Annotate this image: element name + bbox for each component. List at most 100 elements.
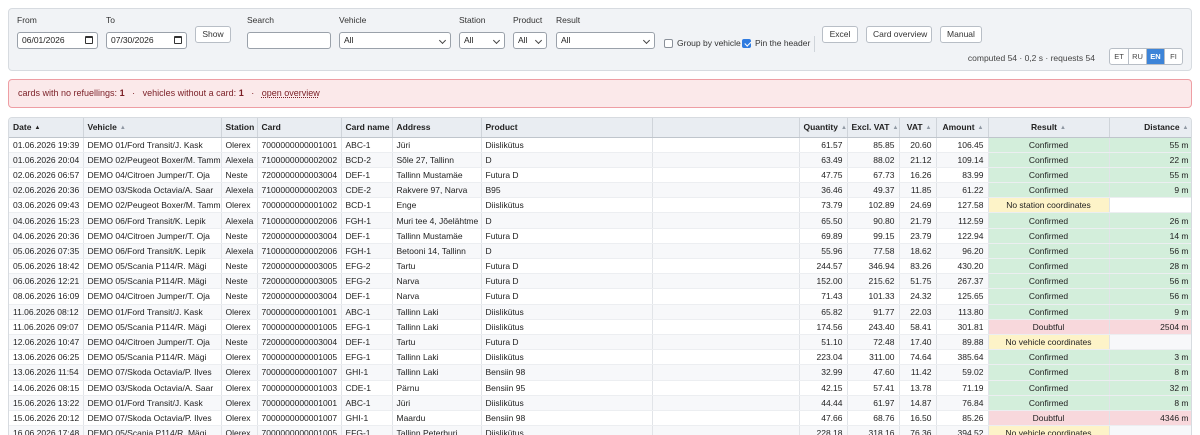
- column-header-vat[interactable]: VAT ▲: [899, 118, 937, 138]
- cell-vehicle: DEMO 05/Scania P114/R. Mägi: [83, 425, 222, 435]
- table-row[interactable]: 11.06.2026 09:07 DEMO 05/Scania P114/R. M…: [9, 319, 1191, 335]
- table-row[interactable]: 01.06.2026 20:04 DEMO 02/Peugeot Boxer/M.…: [9, 152, 1191, 168]
- cell-excl-vat: 47.60: [847, 364, 900, 381]
- checkbox-checked-icon[interactable]: [742, 39, 751, 48]
- refuelling-table: Date ▲ Vehicle ▲ Station Card Card name Ad…: [9, 118, 1191, 435]
- result-select[interactable]: All: [556, 32, 655, 49]
- cell-quantity: 44.44: [799, 395, 848, 411]
- column-header-result[interactable]: Result ▲: [988, 118, 1110, 138]
- calendar-icon[interactable]: [85, 36, 93, 44]
- cell-amount: 85.26: [936, 410, 989, 427]
- column-header-quantity[interactable]: Quantity ▲: [799, 118, 848, 138]
- table-row[interactable]: 02.06.2026 20:36 DEMO 03/Skoda Octavia/A.…: [9, 182, 1191, 199]
- column-header-card[interactable]: Card: [257, 118, 342, 138]
- lang-ru-button[interactable]: RU: [1128, 49, 1146, 64]
- cell-address: Enge: [392, 197, 482, 214]
- excel-button[interactable]: Excel: [822, 26, 858, 43]
- calendar-icon[interactable]: [174, 36, 182, 44]
- manual-button[interactable]: Manual: [940, 26, 982, 43]
- cell-spacer: [652, 228, 800, 244]
- column-header-product[interactable]: Product: [481, 118, 653, 138]
- sort-icon[interactable]: ▲: [120, 125, 126, 131]
- cell-date: 15.06.2026 20:12: [9, 410, 84, 427]
- to-label: To: [106, 15, 115, 25]
- lang-en-button[interactable]: EN: [1146, 49, 1164, 64]
- table-row[interactable]: 01.06.2026 19:39 DEMO 01/Ford Transit/J. …: [9, 137, 1191, 153]
- column-header-vehicle[interactable]: Vehicle ▲: [83, 118, 222, 138]
- chevron-down-icon: [534, 36, 543, 45]
- column-header-address[interactable]: Address: [392, 118, 482, 138]
- vehicle-group: Vehicle All: [339, 15, 451, 49]
- sort-icon[interactable]: ▲: [1183, 125, 1189, 131]
- product-select[interactable]: All: [513, 32, 547, 49]
- from-date-input[interactable]: 06/01/2026: [17, 32, 98, 49]
- cell-amount: 76.84: [936, 395, 989, 411]
- table-row[interactable]: 14.06.2026 08:15 DEMO 03/Skoda Octavia/A.…: [9, 380, 1191, 396]
- column-header-excl-vat[interactable]: Excl. VAT ▲: [847, 118, 900, 138]
- column-header-distance[interactable]: Distance ▲: [1109, 118, 1191, 138]
- table-row[interactable]: 04.06.2026 15:23 DEMO 06/Ford Transit/K. …: [9, 212, 1191, 229]
- sort-icon[interactable]: ▲: [978, 125, 984, 131]
- lang-fi-button[interactable]: FI: [1164, 49, 1182, 64]
- station-select[interactable]: All: [459, 32, 505, 49]
- column-header-date[interactable]: Date ▲: [9, 118, 84, 138]
- card-overview-button[interactable]: Card overview: [866, 26, 932, 43]
- sort-icon[interactable]: ▲: [926, 125, 932, 131]
- chevron-down-icon: [438, 36, 447, 45]
- table-row[interactable]: 11.06.2026 08:12 DEMO 01/Ford Transit/J. …: [9, 304, 1191, 320]
- show-button[interactable]: Show: [195, 26, 231, 43]
- cell-spacer: [652, 349, 800, 366]
- cell-station: Olerex: [221, 395, 258, 411]
- cell-spacer: [652, 410, 800, 427]
- vehicle-select[interactable]: All: [339, 32, 451, 49]
- sort-icon[interactable]: ▲: [841, 125, 846, 131]
- alert-cards-label: cards with no refuellings:: [18, 88, 118, 98]
- cell-card-name: EFG-2: [341, 258, 393, 275]
- table-row[interactable]: 04.06.2026 20:36 DEMO 04/Citroen Jumper/T…: [9, 228, 1191, 244]
- table-row[interactable]: 06.06.2026 12:21 DEMO 05/Scania P114/R. M…: [9, 273, 1191, 290]
- station-select-value: All: [464, 35, 474, 45]
- cell-spacer: [652, 395, 800, 411]
- cell-amount: 113.80: [936, 304, 989, 320]
- cell-date: 13.06.2026 11:54: [9, 364, 84, 381]
- cell-product: Diislikütus: [481, 319, 653, 335]
- table-row[interactable]: 02.06.2026 06:57 DEMO 04/Citroen Jumper/T…: [9, 167, 1191, 184]
- table-row[interactable]: 05.06.2026 18:42 DEMO 05/Scania P114/R. M…: [9, 258, 1191, 275]
- cell-product: Diislikütus: [481, 395, 653, 411]
- table-row[interactable]: 13.06.2026 11:54 DEMO 07/Skoda Octavia/P.…: [9, 364, 1191, 381]
- table-row[interactable]: 12.06.2026 10:47 DEMO 04/Citroen Jumper/T…: [9, 334, 1191, 351]
- table-row[interactable]: 05.06.2026 07:35 DEMO 06/Ford Transit/K. …: [9, 243, 1191, 260]
- lang-et-button[interactable]: ET: [1110, 49, 1128, 64]
- table-row[interactable]: 15.06.2026 20:12 DEMO 07/Skoda Octavia/P.…: [9, 410, 1191, 427]
- group-by-vehicle-checkbox[interactable]: Group by vehicle: [664, 38, 741, 48]
- column-header-card-name[interactable]: Card name: [341, 118, 393, 138]
- cell-product: Futura D: [481, 334, 653, 351]
- cell-card: 7000000000001003: [257, 380, 342, 396]
- sort-icon[interactable]: ▲: [1060, 125, 1066, 131]
- product-group: Product All: [513, 15, 547, 49]
- cell-spacer: [652, 167, 800, 184]
- cell-distance: [1109, 425, 1191, 435]
- cell-card-name: CDE-2: [341, 182, 393, 199]
- cell-result: Confirmed: [988, 212, 1110, 229]
- table-row[interactable]: 03.06.2026 09:43 DEMO 02/Peugeot Boxer/M.…: [9, 197, 1191, 214]
- sort-icon[interactable]: ▲: [892, 125, 898, 131]
- table-row[interactable]: 16.06.2026 17:48 DEMO 05/Scania P114/R. M…: [9, 425, 1191, 435]
- table-row[interactable]: 08.06.2026 16:09 DEMO 04/Citroen Jumper/T…: [9, 288, 1191, 305]
- table-row[interactable]: 15.06.2026 13:22 DEMO 01/Ford Transit/J. …: [9, 395, 1191, 411]
- checkbox-unchecked-icon[interactable]: [664, 39, 673, 48]
- sort-ascending-icon[interactable]: ▲: [34, 125, 40, 131]
- search-input[interactable]: [247, 32, 331, 49]
- cell-vehicle: DEMO 02/Peugeot Boxer/M. Tamm: [83, 152, 222, 168]
- column-header-station[interactable]: Station: [221, 118, 258, 138]
- pin-header-checkbox[interactable]: Pin the header: [742, 38, 810, 48]
- cell-spacer: [652, 334, 800, 351]
- open-overview-link[interactable]: open overview: [262, 88, 320, 98]
- cell-excl-vat: 85.85: [847, 137, 900, 153]
- cell-vehicle: DEMO 05/Scania P114/R. Mägi: [83, 273, 222, 290]
- cell-vat: 21.12: [899, 152, 937, 168]
- to-date-input[interactable]: 07/30/2026: [106, 32, 187, 49]
- table-row[interactable]: 13.06.2026 06:25 DEMO 05/Scania P114/R. M…: [9, 349, 1191, 366]
- column-header-amount[interactable]: Amount ▲: [936, 118, 989, 138]
- cell-product: B95: [481, 182, 653, 199]
